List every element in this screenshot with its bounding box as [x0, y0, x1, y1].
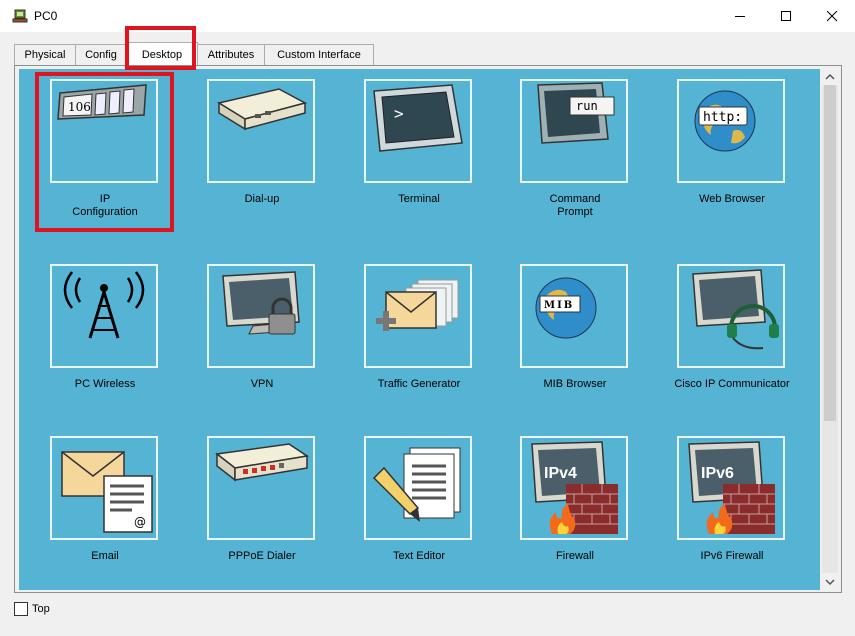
- app-label-vpn: VPN: [250, 378, 274, 390]
- modem-icon: [207, 79, 315, 183]
- tab-attributes[interactable]: Attributes: [197, 44, 265, 65]
- app-label-traffic-generator: Traffic Generator: [377, 378, 461, 390]
- desktop-panel: 106 IP Configuration Dial-up > Terminal …: [14, 65, 842, 593]
- monitor-headset-icon: [677, 264, 785, 368]
- app-text-editor[interactable]: Text Editor: [344, 436, 494, 596]
- app-label-ip-configuration: IP Configuration: [72, 193, 138, 218]
- tab-physical[interactable]: Physical: [14, 44, 76, 65]
- pc0-window: PC0 Physical Config Desktop Attributes C…: [0, 0, 855, 636]
- wireless-tower-icon: [50, 264, 158, 368]
- app-web-browser[interactable]: http: Web Browser: [657, 79, 807, 239]
- minimize-button[interactable]: [717, 0, 763, 32]
- email-icon: @: [50, 436, 158, 540]
- app-cisco-ip-communicator[interactable]: Cisco IP Communicator: [657, 264, 807, 424]
- tab-config[interactable]: Config: [75, 44, 127, 65]
- chevron-up-icon: [825, 73, 835, 80]
- maximize-button[interactable]: [763, 0, 809, 32]
- ip-badge-text: 106: [68, 100, 91, 114]
- terminal-icon: >: [364, 79, 472, 183]
- ipv6-badge-text: IPv6: [701, 465, 734, 482]
- app-label-cisco-ip-communicator: Cisco IP Communicator: [674, 378, 790, 390]
- tab-custom-interface[interactable]: Custom Interface: [264, 44, 374, 65]
- app-label-email: Email: [91, 550, 119, 562]
- app-label-firewall: Firewall: [556, 550, 594, 562]
- top-checkbox[interactable]: [14, 602, 28, 616]
- mib-badge-text: MIB: [544, 300, 574, 311]
- app-firewall[interactable]: IPv4 Firewall: [500, 436, 650, 596]
- tab-desktop[interactable]: Desktop: [126, 42, 198, 67]
- app-label-ipv6-firewall: IPv6 Firewall: [700, 550, 764, 562]
- packet-tracer-pc-icon: [12, 9, 28, 23]
- app-label-terminal: Terminal: [398, 193, 440, 205]
- app-traffic-generator[interactable]: Traffic Generator: [344, 264, 494, 424]
- app-label-web-browser: Web Browser: [699, 193, 765, 205]
- window-title: PC0: [34, 9, 58, 23]
- text-editor-icon: [364, 436, 472, 540]
- app-email[interactable]: @ Email: [30, 436, 180, 596]
- maximize-icon: [781, 11, 791, 21]
- app-mib-browser[interactable]: MIB MIB Browser: [500, 264, 650, 424]
- app-ip-configuration[interactable]: 106 IP Configuration: [30, 79, 180, 239]
- envelopes-plus-icon: [364, 264, 472, 368]
- app-label-command-prompt: Command Prompt: [549, 193, 601, 218]
- scroll-down-button[interactable]: [821, 574, 839, 590]
- app-pppoe-dialer[interactable]: PPPoE Dialer: [187, 436, 337, 596]
- globe-icon: http:: [677, 79, 785, 183]
- mib-globe-icon: MIB: [520, 264, 628, 368]
- run-badge-text: run: [576, 99, 598, 113]
- app-label-pc-wireless: PC Wireless: [74, 378, 136, 390]
- firewall-icon: IPv4: [520, 436, 628, 540]
- app-dial-up[interactable]: Dial-up: [187, 79, 337, 239]
- close-button[interactable]: [809, 0, 855, 32]
- http-badge-text: http:: [703, 110, 742, 125]
- chevron-down-icon: [825, 579, 835, 586]
- scroll-thumb[interactable]: [824, 85, 836, 421]
- ip-configuration-icon: 106: [50, 79, 158, 183]
- app-pc-wireless[interactable]: PC Wireless: [30, 264, 180, 424]
- pppoe-modem-icon: [207, 436, 315, 540]
- minimize-icon: [735, 16, 745, 17]
- scroll-up-button[interactable]: [821, 69, 839, 85]
- app-label-pppoe-dialer: PPPoE Dialer: [228, 550, 296, 562]
- command-prompt-icon: run: [520, 79, 628, 183]
- at-badge-text: @: [134, 515, 146, 529]
- ipv6-firewall-icon: IPv6: [677, 436, 785, 540]
- close-icon: [827, 11, 838, 22]
- app-vpn[interactable]: VPN: [187, 264, 337, 424]
- app-label-text-editor: Text Editor: [393, 550, 445, 562]
- vertical-scrollbar[interactable]: [821, 67, 839, 591]
- top-checkbox-label: Top: [32, 603, 50, 615]
- desktop-area: 106 IP Configuration Dial-up > Terminal …: [19, 69, 820, 590]
- monitor-lock-icon: [207, 264, 315, 368]
- ipv4-badge-text: IPv4: [544, 465, 577, 482]
- app-terminal[interactable]: > Terminal: [344, 79, 494, 239]
- title-bar: PC0: [0, 0, 855, 32]
- terminal-prompt-text: >: [394, 104, 404, 123]
- app-label-dial-up: Dial-up: [244, 193, 280, 205]
- app-ipv6-firewall[interactable]: IPv6 IPv6 Firewall: [657, 436, 807, 596]
- app-label-mib-browser: MIB Browser: [543, 378, 607, 390]
- scroll-track[interactable]: [822, 85, 838, 573]
- app-command-prompt[interactable]: run Command Prompt: [500, 79, 650, 239]
